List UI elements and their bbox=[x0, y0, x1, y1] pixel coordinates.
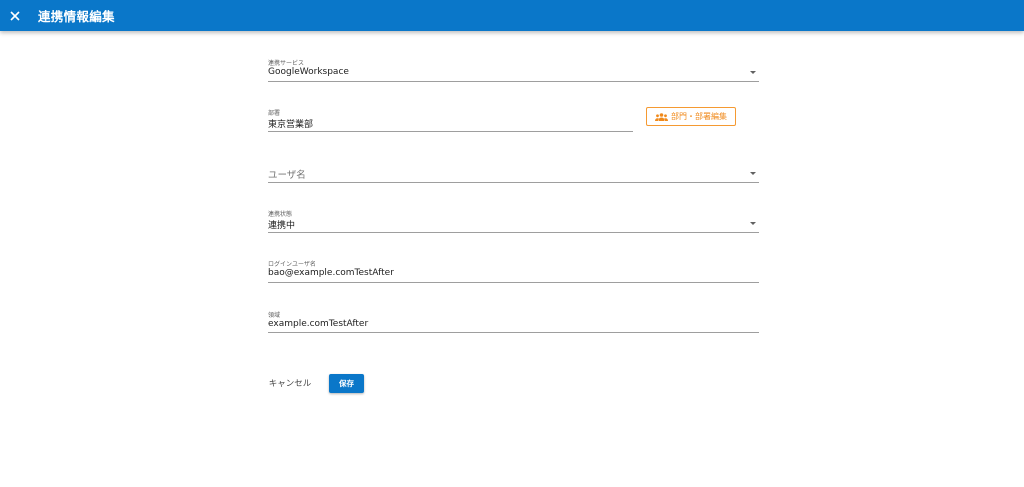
close-button[interactable] bbox=[8, 9, 22, 23]
login-username-underline bbox=[268, 282, 759, 283]
page-title: 連携情報編集 bbox=[38, 9, 115, 24]
group-icon bbox=[655, 112, 668, 121]
status-underline bbox=[268, 232, 759, 233]
cancel-button[interactable]: キャンセル bbox=[263, 374, 317, 392]
domain-underline bbox=[268, 332, 759, 333]
service-select[interactable]: 連携サービス GoogleWorkspace bbox=[268, 55, 759, 83]
dept-edit-label: 部門・部署編集 bbox=[671, 112, 727, 121]
login-username-value: bao@example.comTestAfter bbox=[268, 268, 394, 278]
username-underline bbox=[268, 182, 759, 183]
app-bar: 連携情報編集 bbox=[0, 0, 1024, 31]
department-value: 東京営業部 bbox=[268, 120, 314, 130]
login-username-field[interactable]: ログインユーザ名 bao@example.comTestAfter bbox=[268, 256, 759, 284]
status-label: 連携状態 bbox=[268, 211, 293, 218]
login-username-label: ログインユーザ名 bbox=[268, 261, 316, 268]
dept-edit-button[interactable]: 部門・部署編集 bbox=[646, 107, 736, 126]
department-underline bbox=[268, 131, 633, 132]
domain-label: 領域 bbox=[268, 312, 281, 319]
service-value: GoogleWorkspace bbox=[268, 67, 349, 77]
status-value: 連携中 bbox=[268, 221, 296, 231]
chevron-down-icon[interactable] bbox=[750, 172, 756, 175]
chevron-down-icon[interactable] bbox=[750, 71, 756, 74]
domain-value: example.comTestAfter bbox=[268, 319, 369, 329]
department-label: 部署 bbox=[268, 110, 281, 117]
save-button[interactable]: 保存 bbox=[329, 374, 364, 393]
domain-field[interactable]: 領域 example.comTestAfter bbox=[268, 307, 759, 335]
close-icon bbox=[10, 10, 20, 21]
department-field[interactable]: 部署 東京営業部 bbox=[268, 105, 633, 133]
service-label: 連携サービス bbox=[268, 60, 305, 67]
username-select[interactable]: ユーザ名 bbox=[268, 156, 759, 184]
username-placeholder: ユーザ名 bbox=[268, 170, 306, 181]
service-underline bbox=[268, 81, 759, 82]
status-select[interactable]: 連携状態 連携中 bbox=[268, 206, 759, 234]
chevron-down-icon[interactable] bbox=[750, 222, 756, 225]
